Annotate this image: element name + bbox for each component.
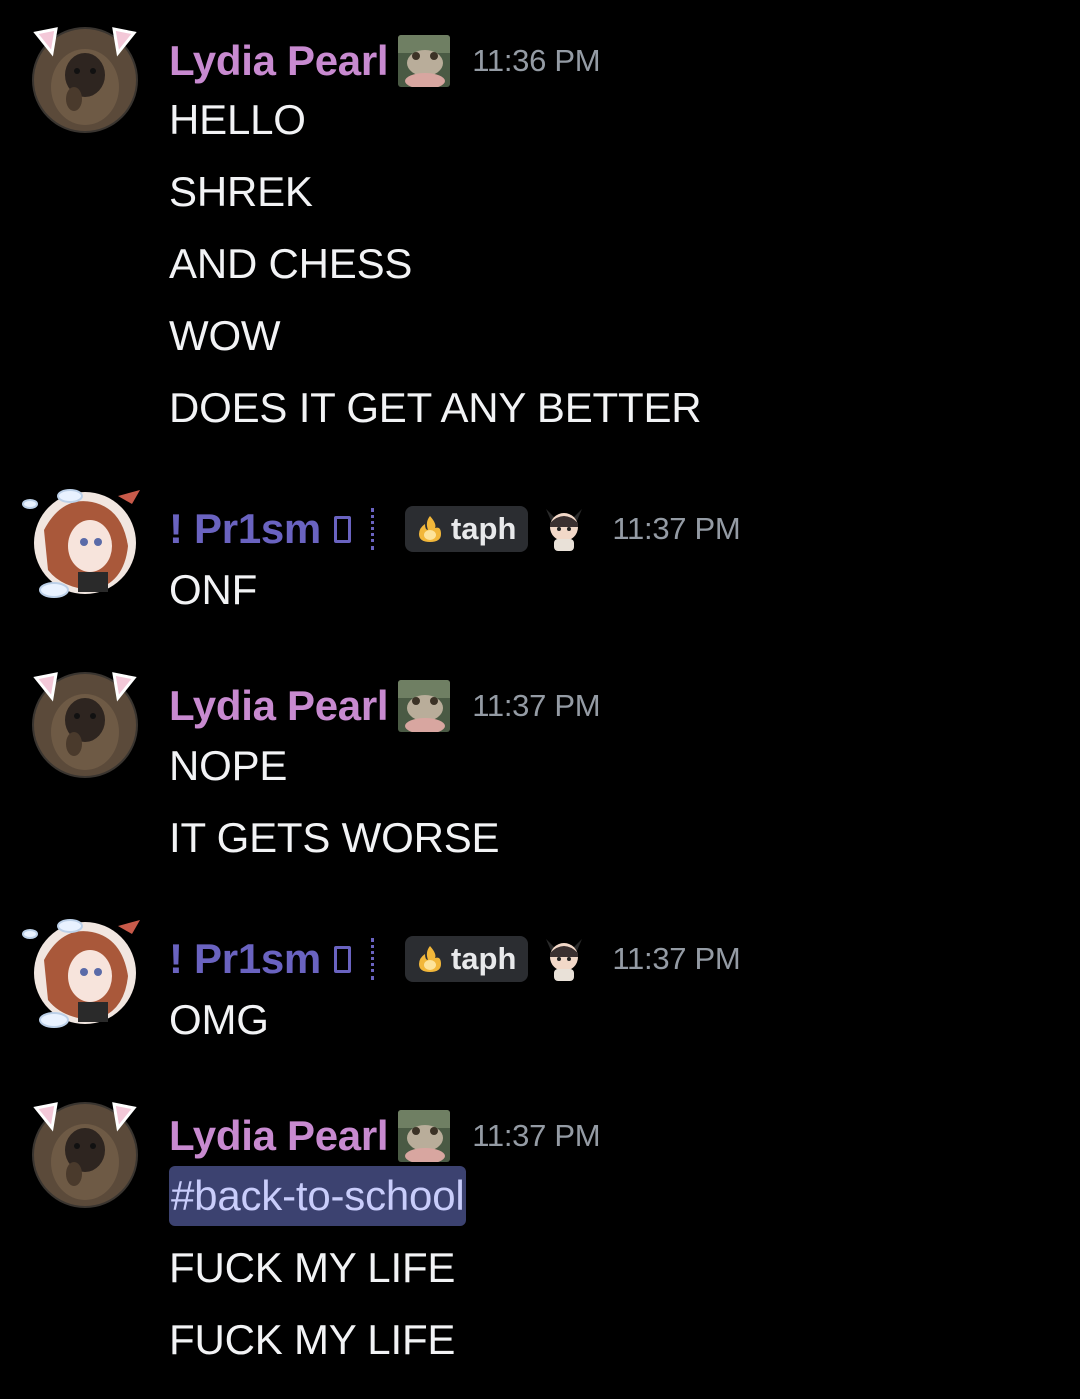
frog-photo-icon [398,35,451,87]
timestamp: 11:37 PM [472,1118,601,1153]
message-line: IT GETS WORSE [169,814,500,861]
chibi-character-icon [542,935,586,983]
monkey-avatar-icon[interactable] [32,1102,138,1208]
anime-girl-avatar-icon[interactable] [22,919,140,1028]
unknown-glyph-icon [333,515,351,543]
timestamp: 11:37 PM [472,688,601,723]
server-tag[interactable]: taph [404,936,529,982]
message-line: FUCK MY LIFE [169,1244,456,1291]
username[interactable]: Lydia Pearl [169,1112,389,1160]
timestamp: 11:36 PM [472,43,601,78]
server-tag[interactable]: taph [404,506,529,552]
username[interactable]: ! Pr1sm [169,505,321,553]
message-header: Lydia Pearl 11:37 PM [169,1107,601,1165]
message-line: OMG [169,996,269,1043]
message-header: ! Pr1sm taph 11:37 PM [169,930,741,988]
message-line: HELLO [169,96,306,143]
tag-label: taph [450,941,517,976]
username[interactable]: Lydia Pearl [169,682,389,730]
monkey-avatar-icon[interactable] [32,27,138,133]
message-header: Lydia Pearl 11:37 PM [169,677,601,735]
message-line: NOPE [169,742,288,789]
timestamp: 11:37 PM [612,511,741,546]
message-header: Lydia Pearl 11:36 PM [169,32,601,90]
monkey-avatar-icon[interactable] [32,672,138,778]
tag-label: taph [450,511,517,546]
message-header: ! Pr1sm taph 11:37 PM [169,500,741,558]
divider [370,938,374,980]
message-line: SHREK [169,168,313,215]
divider [370,508,374,550]
anime-girl-avatar-icon[interactable] [22,489,140,598]
message-line: FUCK MY LIFE [169,1316,456,1363]
fire-icon [418,946,441,972]
message-line: #back-to-school [169,1166,467,1226]
username[interactable]: ! Pr1sm [169,935,321,983]
frog-photo-icon [398,680,451,732]
timestamp: 11:37 PM [612,941,741,976]
message-line: ONF [169,566,258,613]
message-line: AND CHESS [169,240,413,287]
frog-photo-icon [398,1110,451,1162]
username[interactable]: Lydia Pearl [169,37,389,85]
fire-icon [418,516,441,542]
message-line: DOES IT GET ANY BETTER [169,384,702,431]
channel-mention-link[interactable]: #back-to-school [169,1166,467,1226]
chibi-character-icon [542,505,586,553]
unknown-glyph-icon [333,945,351,973]
message-line: WOW [169,312,281,359]
